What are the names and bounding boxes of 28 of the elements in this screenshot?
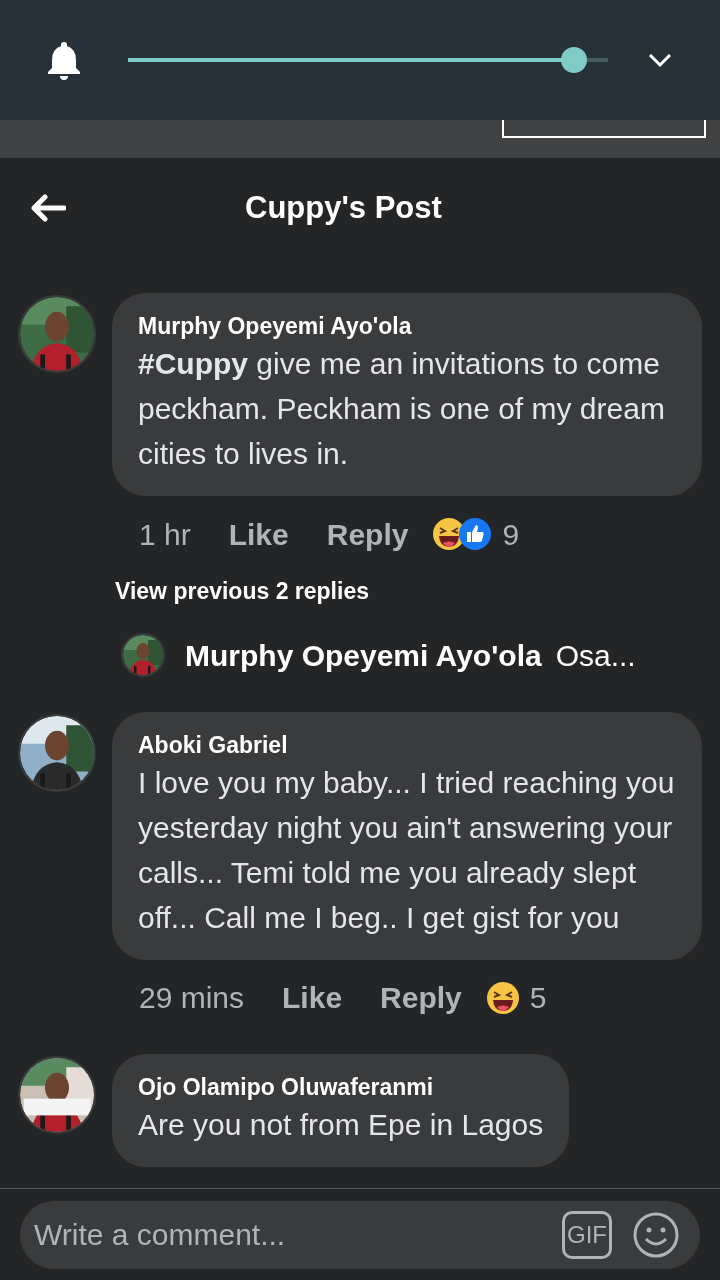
chevron-down-icon[interactable]: [648, 52, 672, 68]
view-replies-link[interactable]: View previous 2 replies: [115, 574, 369, 609]
bell-icon[interactable]: [46, 40, 82, 80]
comment-time: 29 mins: [139, 980, 245, 1016]
reply-author[interactable]: Murphy Opeyemi Ayo'ola: [185, 632, 542, 678]
reaction-count: 5: [529, 980, 547, 1016]
thumbs-up-icon: [458, 517, 493, 551]
reply-link[interactable]: Reply: [380, 975, 462, 1020]
like-link[interactable]: Like: [228, 511, 289, 557]
comment-author[interactable]: Aboki Gabriel: [138, 729, 676, 760]
smiley-icon[interactable]: [632, 1210, 680, 1259]
like-link[interactable]: Like: [282, 975, 343, 1020]
comment-author[interactable]: Ojo Olamipo Oluwaferanmi: [138, 1071, 544, 1102]
laughing-face-icon: [485, 980, 520, 1015]
reaction-count: 9: [502, 516, 520, 553]
comment-text: #Cuppy give me an invitations to come peckham. Peckham is one of my dream cities to lives in.: [138, 346, 666, 472]
page-title: Cuppy's Post: [245, 188, 442, 227]
comment-text: Are you not from Epe in Lagos: [138, 1106, 544, 1143]
comment-input-field[interactable]: Write a comment... GIF: [20, 1200, 700, 1269]
comment-time: 1 hr: [139, 516, 191, 553]
comment-author[interactable]: Murphy Opeyemi Ayo'ola: [138, 311, 676, 341]
volume-slider[interactable]: [128, 47, 608, 73]
back-arrow-icon[interactable]: [30, 194, 66, 222]
gif-button[interactable]: GIF: [562, 1210, 612, 1259]
comment-text: I love you my baby... I tried reaching you yesterday night you ain't answering your calls... Temi told me you already slept off... Call me I beg.. I get gist for you: [138, 764, 676, 936]
reply-snippet: Osa...: [555, 637, 636, 674]
reply-link[interactable]: Reply: [326, 511, 409, 557]
slider-thumb[interactable]: [561, 47, 588, 73]
